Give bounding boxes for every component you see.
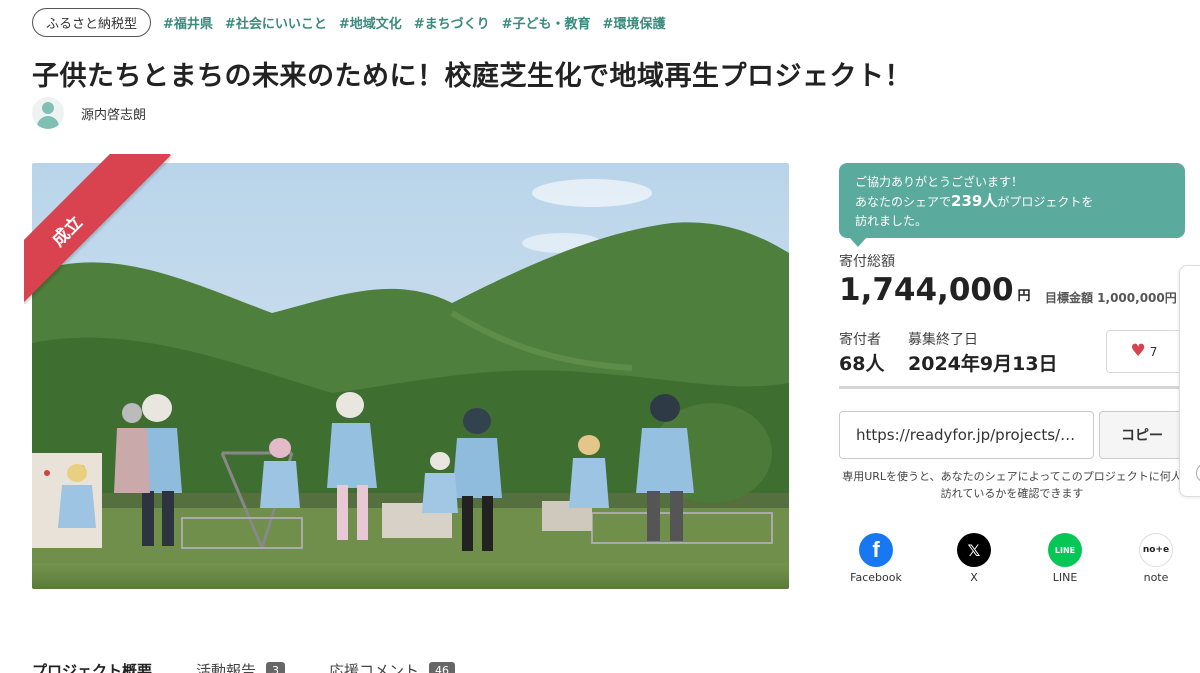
copy-button[interactable]: コピー <box>1099 411 1185 459</box>
share-facebook[interactable]: f Facebook <box>840 533 912 584</box>
heart-icon: ♥ <box>1130 341 1146 361</box>
share-label: Facebook <box>850 571 902 584</box>
favorite-button[interactable]: ♥ 7 <box>1106 330 1182 373</box>
end-date: 2024年9月13日 <box>908 353 1058 375</box>
tab-comments[interactable]: 応援コメント 46 <box>329 660 456 673</box>
share-line[interactable]: LINE LINE <box>1029 533 1101 584</box>
avatar[interactable] <box>32 97 64 129</box>
project-hero-image <box>32 163 789 589</box>
line-icon: LINE <box>1048 533 1082 567</box>
share-visitor-count: 239人 <box>951 192 998 210</box>
goal-amount: 目標金額 1,000,000円 <box>1045 291 1177 305</box>
project-title: 子供たちとまちの未来のために！校庭芝生化で地域再生プロジェクト！ <box>32 61 912 92</box>
author-name[interactable]: 源内啓志朗 <box>81 104 146 123</box>
reports-count: 3 <box>266 662 286 673</box>
donors-label: 寄付者 <box>839 332 881 348</box>
panel-handle-icon <box>1196 463 1200 483</box>
donors-count: 68人 <box>839 353 885 375</box>
share-url-field[interactable]: https://readyfor.jp/projects/… <box>839 411 1094 459</box>
divider <box>839 386 1185 389</box>
share-label: note <box>1143 571 1169 584</box>
tag-link[interactable]: #環境保護 <box>603 13 666 32</box>
tag-link[interactable]: #社会にいいこと <box>225 13 327 32</box>
note-icon: no+e <box>1139 533 1173 567</box>
bubble-line: ご協力ありがとうございます！ <box>855 175 1024 189</box>
facebook-icon: f <box>859 533 893 567</box>
tag-row: ふるさと納税型 #福井県 #社会にいいこと #地域文化 #まちづくり #子ども・… <box>32 8 665 37</box>
furusato-type-badge[interactable]: ふるさと納税型 <box>32 8 152 37</box>
tab-reports[interactable]: 活動報告 3 <box>196 660 286 673</box>
share-label: X <box>970 571 978 584</box>
bubble-line: あなたのシェアで239人がプロジェクトを <box>855 192 1094 210</box>
x-icon: 𝕏 <box>957 533 991 567</box>
share-note[interactable]: no+e note <box>1120 533 1192 584</box>
share-url-note: 専用URLを使うと、あなたのシェアによってこのプロジェクトに何人訪れているかを確… <box>842 470 1182 500</box>
tag-link[interactable]: #地域文化 <box>339 13 402 32</box>
author-block[interactable]: 源内啓志朗 <box>32 97 146 129</box>
tag-link[interactable]: #福井県 <box>163 13 213 32</box>
tag-link[interactable]: #まちづくり <box>414 13 490 32</box>
favorite-count: 7 <box>1149 344 1158 359</box>
share-buttons: f Facebook 𝕏 X LINE LINE no+e note <box>839 533 1185 589</box>
share-label: LINE <box>1052 571 1078 584</box>
bubble-line: 訪れました。 <box>855 214 928 228</box>
total-amount-label: 寄付総額 <box>839 254 895 270</box>
project-tabs: プロジェクト概要 活動報告 3 応援コメント 46 <box>32 660 456 673</box>
tag-link[interactable]: #子ども・教育 <box>502 13 591 32</box>
comments-count: 46 <box>429 662 456 673</box>
end-date-label: 募集終了日 <box>908 332 978 348</box>
tab-overview[interactable]: プロジェクト概要 <box>32 660 152 673</box>
floating-side-panel[interactable] <box>1179 265 1200 497</box>
total-amount: 1,744,000 円 <box>839 272 1031 308</box>
share-x[interactable]: 𝕏 X <box>938 533 1010 584</box>
share-thanks-bubble: ご協力ありがとうございます！ あなたのシェアで239人がプロジェクトを 訪れまし… <box>839 163 1185 247</box>
